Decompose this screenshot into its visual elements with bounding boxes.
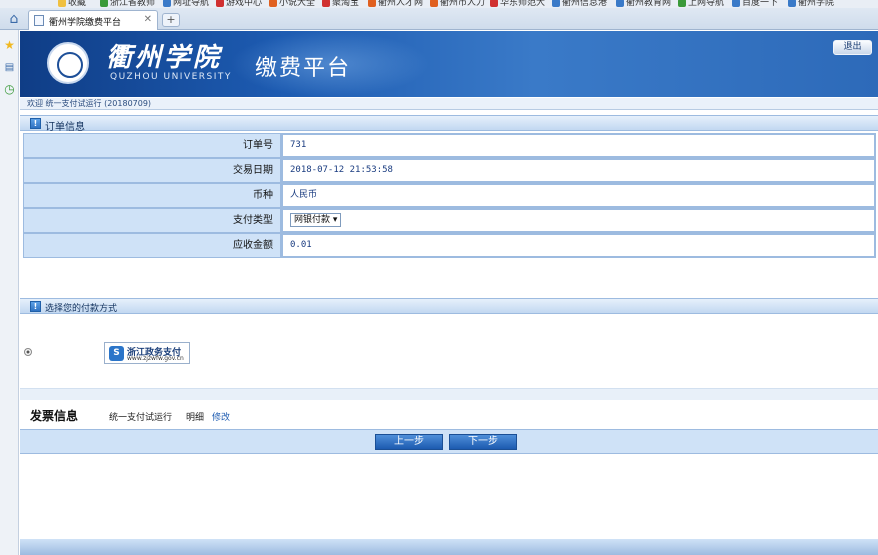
order-number-value: 731 xyxy=(281,133,876,158)
bookmark-label: 衢州信息港 xyxy=(562,0,608,8)
gov-pay-mark-icon: S xyxy=(109,346,124,361)
pay-type-cell: 网银付款 ▾ xyxy=(281,208,876,233)
bookmark-favicon-icon xyxy=(788,0,796,7)
logout-button[interactable]: 退出 xyxy=(833,40,872,55)
page-favicon-icon xyxy=(34,15,44,26)
close-icon[interactable]: ✕ xyxy=(144,14,152,25)
next-step-button[interactable]: 下一步 xyxy=(449,434,517,450)
amount-due-label: 应收金额 xyxy=(23,233,281,258)
pay-type-select[interactable]: 网银付款 ▾ xyxy=(290,213,342,227)
payment-page: 衢州学院 QUZHOU UNIVERSITY 缴费平台 退出 欢迎 统一支付试运… xyxy=(20,31,878,555)
bookmark-label: 游戏中心 xyxy=(226,0,263,8)
info-icon: ! xyxy=(30,118,41,129)
bookmark-item[interactable]: 游戏中心 xyxy=(216,0,262,8)
currency-value: 人民币 xyxy=(281,183,876,208)
school-name-cn: 衢州学院 xyxy=(106,43,223,73)
browser-side-panel: ★ ▤ ◷ xyxy=(0,30,19,555)
tab-title: 衢州学院缴费平台 xyxy=(49,18,122,28)
pay-option-url: www.zjzwfw.gov.cn xyxy=(127,355,184,362)
pay-type-label: 支付类型 xyxy=(23,208,281,233)
bookmark-item[interactable]: 衢州学院 xyxy=(788,0,834,8)
favorites-star-icon[interactable]: ★ xyxy=(3,39,16,52)
header-banner: 衢州学院 QUZHOU UNIVERSITY 缴费平台 退出 xyxy=(20,31,878,97)
currency-label: 币种 xyxy=(23,183,281,208)
bookmark-item[interactable]: 衢州信息港 xyxy=(552,0,607,8)
bookmark-favicon-icon xyxy=(678,0,686,7)
bookmark-favicon-icon xyxy=(322,0,330,7)
bookmark-favicon-icon xyxy=(616,0,624,7)
invoice-detail-label: 明细 xyxy=(186,413,205,423)
bookmark-favicon-icon xyxy=(430,0,438,7)
table-row: 应收金额 0.01 xyxy=(23,233,876,258)
bookmark-label: 上网导航 xyxy=(688,0,725,8)
payment-option-radio[interactable] xyxy=(24,348,32,356)
order-number-label: 订单号 xyxy=(23,133,281,158)
bookmark-item[interactable]: 收藏 xyxy=(58,0,86,8)
school-name-en: QUZHOU UNIVERSITY xyxy=(110,72,232,82)
bookmark-favicon-icon xyxy=(552,0,560,7)
bookmark-label: 网址导航 xyxy=(173,0,210,8)
bookmark-label: 华东师范大 xyxy=(500,0,546,8)
bookmark-favicon-icon xyxy=(163,0,171,7)
bookmark-item[interactable]: 衢州市人力 xyxy=(430,0,485,8)
divider-strip xyxy=(20,388,878,400)
welcome-text: 欢迎 统一支付试运行 (20180709) xyxy=(20,98,878,110)
prev-step-button[interactable]: 上一步 xyxy=(375,434,443,450)
table-row: 订单号 731 xyxy=(23,133,876,158)
tab-active[interactable]: 衢州学院缴费平台 ✕ xyxy=(28,10,158,30)
bookmark-favicon-icon xyxy=(58,0,66,7)
bookmark-label: 聚淘宝 xyxy=(332,0,360,8)
new-tab-button[interactable]: + xyxy=(162,13,180,27)
invoice-text: 统一支付试运行 xyxy=(109,413,173,423)
bookmark-label: 百度一下 xyxy=(742,0,779,8)
invoice-edit-link[interactable]: 修改 xyxy=(212,410,230,423)
bookmark-label: 衢州学院 xyxy=(798,0,835,8)
bookmark-label: 衢州教育网 xyxy=(626,0,672,8)
order-section-header: ! 订单信息 xyxy=(20,115,878,133)
bookmark-item[interactable]: 网址导航 xyxy=(163,0,209,8)
bookmark-favicon-icon xyxy=(490,0,498,7)
platform-title: 缴费平台 xyxy=(255,56,352,81)
bookmark-label: 衢州人才网 xyxy=(378,0,424,8)
zhejiang-gov-pay-logo[interactable]: S 浙江政务支付 www.zjzwfw.gov.cn xyxy=(104,342,190,364)
bookmark-item[interactable]: 浙江省教师 xyxy=(100,0,155,8)
table-row: 支付类型 网银付款 ▾ xyxy=(23,208,876,233)
bookmark-label: 小说大全 xyxy=(279,0,316,8)
bookmark-label: 浙江省教师 xyxy=(110,0,156,8)
bookmark-favicon-icon xyxy=(216,0,224,7)
home-icon[interactable]: ⌂ xyxy=(6,11,22,27)
payment-section-header: ! 选择您的付款方式 xyxy=(20,298,878,314)
bookmark-item[interactable]: 衢州教育网 xyxy=(616,0,671,8)
tab-bar: ⌂ 衢州学院缴费平台 ✕ + xyxy=(0,8,878,30)
bookmark-item[interactable]: 上网导航 xyxy=(678,0,724,8)
trade-date-label: 交易日期 xyxy=(23,158,281,183)
order-section-title: 订单信息 xyxy=(45,122,85,133)
bookmark-item[interactable]: 百度一下 xyxy=(732,0,778,8)
footer-bar xyxy=(20,539,878,555)
table-row: 交易日期 2018-07-12 21:53:58 xyxy=(23,158,876,183)
bookmark-favicon-icon xyxy=(368,0,376,7)
reading-list-icon[interactable]: ▤ xyxy=(3,61,16,74)
bookmark-item[interactable]: 小说大全 xyxy=(269,0,315,8)
bookmark-item[interactable]: 聚淘宝 xyxy=(322,0,359,8)
trade-date-value: 2018-07-12 21:53:58 xyxy=(281,158,876,183)
bookmark-favicon-icon xyxy=(269,0,277,7)
bookmark-favicon-icon xyxy=(100,0,108,7)
university-seal-logo xyxy=(47,42,89,84)
payment-section-title: 选择您的付款方式 xyxy=(45,304,118,314)
bookmark-item[interactable]: 华东师范大 xyxy=(490,0,545,8)
history-clock-icon[interactable]: ◷ xyxy=(3,83,16,96)
bookmark-label: 收藏 xyxy=(68,0,87,8)
invoice-title: 发票信息 xyxy=(30,409,79,423)
table-row: 币种 人民币 xyxy=(23,183,876,208)
bookmarks-bar: 收藏 浙江省教师 网址导航 游戏中心 小说大全 聚淘宝 衢州人才网 衢州市人力 华东师范大 衢州信… xyxy=(0,0,878,8)
invoice-row: 发票信息 统一支付试运行 明细 修改 xyxy=(20,401,878,429)
info-icon: ! xyxy=(30,301,41,312)
bookmark-item[interactable]: 衢州人才网 xyxy=(368,0,423,8)
bookmark-label: 衢州市人力 xyxy=(440,0,486,8)
button-strip: 上一步 下一步 xyxy=(20,429,878,454)
bookmark-favicon-icon xyxy=(732,0,740,7)
amount-due-value: 0.01 xyxy=(281,233,876,258)
